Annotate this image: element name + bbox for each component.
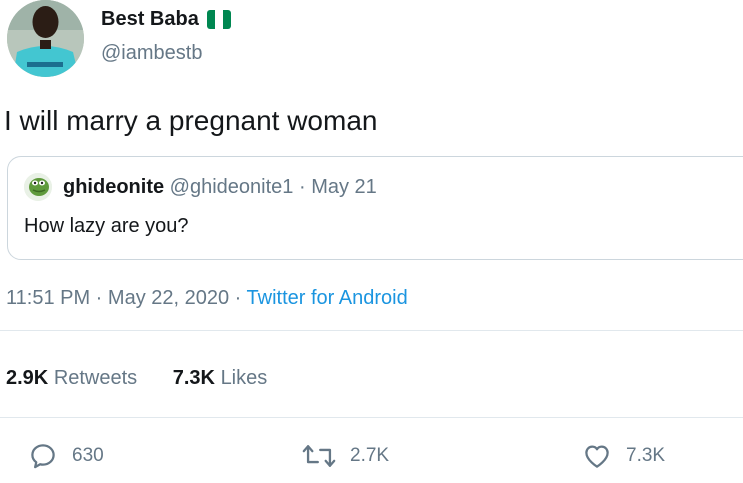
meta-separator: · <box>90 287 108 309</box>
quoted-handle[interactable]: @ghideonite1 <box>170 176 294 198</box>
likes-label: Likes <box>220 367 268 389</box>
retweet-icon <box>302 445 336 467</box>
tweet-stats: 2.9K Retweets 7.3K Likes <box>6 367 297 390</box>
retweets-stat[interactable]: 2.9K Retweets <box>6 367 137 390</box>
retweet-count: 2.7K <box>350 445 390 466</box>
reply-button[interactable]: 630 <box>28 441 104 471</box>
author-handle[interactable]: @iambestb <box>101 42 202 65</box>
like-button[interactable]: 7.3K <box>582 441 665 471</box>
likes-count: 7.3K <box>172 367 215 389</box>
reply-count: 630 <box>72 445 104 466</box>
quoted-date[interactable]: May 21 <box>311 176 377 198</box>
quoted-name[interactable]: ghideonite <box>63 176 164 198</box>
quoted-header: ghideonite @ghideonite1 · May 21 <box>63 176 377 199</box>
meta-separator-2: · <box>229 287 247 309</box>
tweet-date[interactable]: May 22, 2020 <box>108 287 229 309</box>
quoted-separator: · <box>293 176 312 198</box>
retweet-button[interactable]: 2.7K <box>302 441 389 471</box>
divider <box>0 417 743 418</box>
divider <box>0 330 743 331</box>
quoted-avatar[interactable] <box>24 173 52 201</box>
author-name-row[interactable]: Best Baba <box>101 8 231 31</box>
quoted-tweet[interactable]: ghideonite @ghideonite1 · May 21 How laz… <box>7 156 743 260</box>
retweets-label: Retweets <box>53 367 138 389</box>
tweet-source[interactable]: Twitter for Android <box>247 287 408 309</box>
tweet-text: I will marry a pregnant woman <box>4 105 378 136</box>
nigeria-flag-icon <box>206 10 231 29</box>
quoted-text: How lazy are you? <box>24 215 189 237</box>
retweets-count: 2.9K <box>6 367 49 389</box>
reply-icon <box>31 444 55 469</box>
tweet-time[interactable]: 11:51 PM <box>6 287 90 309</box>
heart-icon <box>585 445 609 468</box>
avatar[interactable] <box>7 0 84 77</box>
like-count: 7.3K <box>626 445 666 466</box>
tweet-meta: 11:51 PM · May 22, 2020 · Twitter for An… <box>6 287 408 310</box>
author-name[interactable]: Best Baba <box>101 8 199 31</box>
likes-stat[interactable]: 7.3K Likes <box>173 367 268 390</box>
